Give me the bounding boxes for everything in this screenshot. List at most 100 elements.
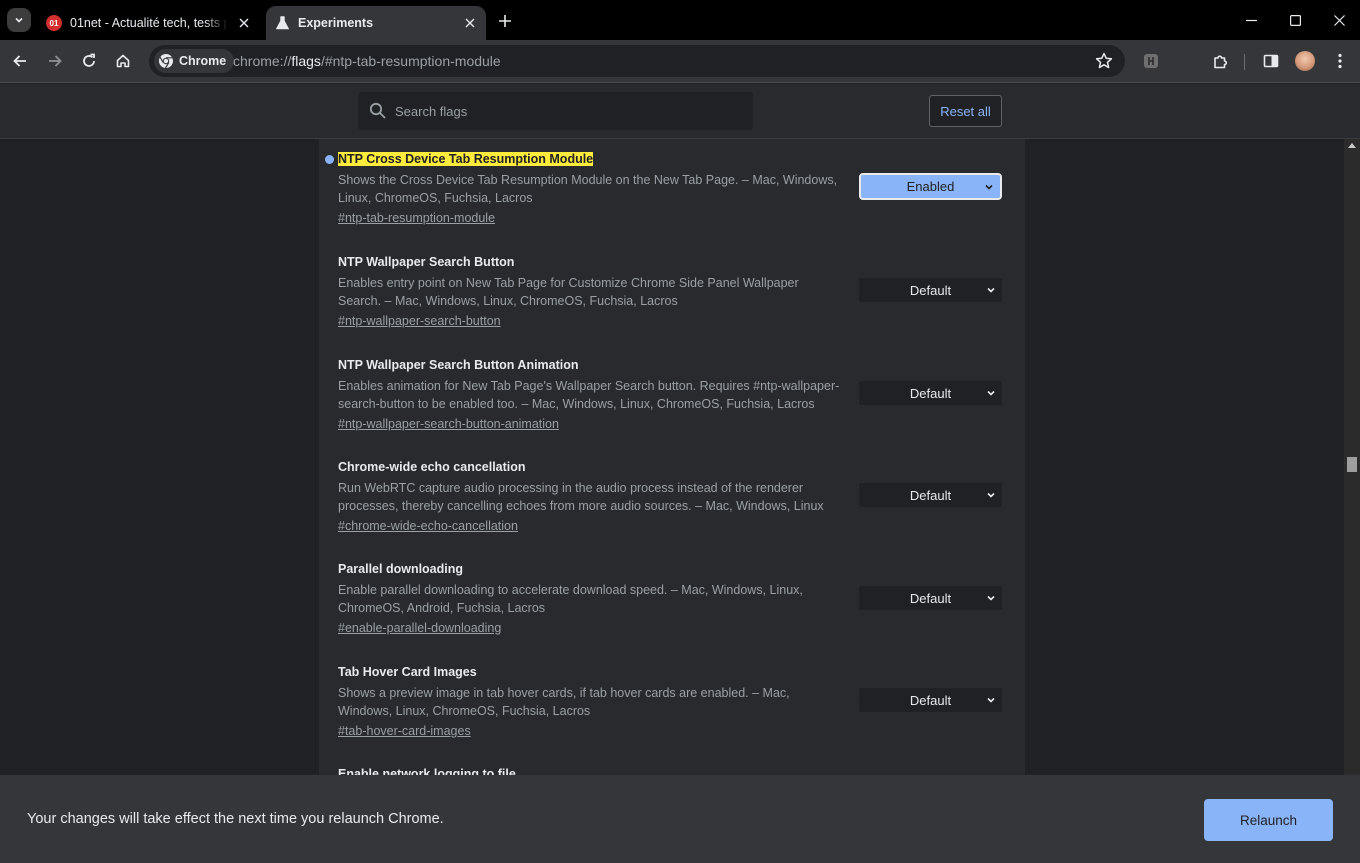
flag-item: Enable network logging to file xyxy=(338,766,1006,775)
flag-state-value: Default xyxy=(909,385,952,401)
flag-state-value: Default xyxy=(909,282,952,298)
flag-state-select[interactable]: Default xyxy=(859,381,1002,405)
chevron-down-icon xyxy=(987,287,995,293)
flag-state-select[interactable]: Default xyxy=(859,483,1002,507)
arrow-left-icon xyxy=(13,55,26,67)
close-tab-icon[interactable] xyxy=(234,13,254,33)
search-icon xyxy=(369,102,386,119)
flag-state-value: Default xyxy=(909,590,952,606)
tab-strip: 01 01net - Actualité tech, tests produit… xyxy=(0,0,1360,40)
flag-item: NTP Wallpaper Search Button Enables entr… xyxy=(338,254,1006,330)
flag-state-value: Default xyxy=(909,692,952,708)
flag-permalink[interactable]: #tab-hover-card-images xyxy=(338,722,471,740)
url-path: /#ntp-tab-resumption-module xyxy=(320,53,501,69)
flag-description: Shows a preview image in tab hover cards… xyxy=(338,686,790,718)
browser-toolbar: Chrome chrome://flags/#ntp-tab-resumptio… xyxy=(0,40,1360,83)
flags-list: NTP Cross Device Tab Resumption Module S… xyxy=(319,139,1025,775)
flag-item: Parallel downloading Enable parallel dow… xyxy=(338,561,1006,637)
flag-title: Tab Hover Card Images xyxy=(338,665,477,679)
tab-search-button[interactable] xyxy=(7,8,31,32)
bookmark-star-icon[interactable] xyxy=(1095,52,1113,70)
flag-description: Enables entry point on New Tab Page for … xyxy=(338,276,799,308)
flag-title: Chrome-wide echo cancellation xyxy=(338,460,526,474)
search-box[interactable] xyxy=(358,92,753,130)
flag-description: Run WebRTC capture audio processing in t… xyxy=(338,481,824,513)
home-button[interactable] xyxy=(111,49,135,73)
chevron-down-icon xyxy=(985,184,993,190)
reload-button[interactable] xyxy=(77,49,101,73)
back-button[interactable] xyxy=(8,49,32,73)
flag-title: NTP Cross Device Tab Resumption Module xyxy=(338,151,1006,167)
flag-item: NTP Wallpaper Search Button Animation En… xyxy=(338,357,1006,433)
chrome-menu-button[interactable] xyxy=(1328,49,1352,73)
chevron-down-icon xyxy=(987,492,995,498)
flag-state-select[interactable]: Default xyxy=(859,688,1002,712)
tab-experiments[interactable]: Experiments xyxy=(266,6,486,40)
extension-button[interactable] xyxy=(1139,49,1163,73)
relaunch-bar: Your changes will take effect the next t… xyxy=(0,775,1360,863)
relaunch-message: Your changes will take effect the next t… xyxy=(27,811,444,827)
plus-icon xyxy=(499,15,511,27)
extensions-menu-button[interactable] xyxy=(1208,49,1232,73)
flag-description: Enable parallel downloading to accelerat… xyxy=(338,583,803,615)
flag-permalink[interactable]: #enable-parallel-downloading xyxy=(338,619,501,637)
maximize-icon xyxy=(1289,14,1301,26)
flag-description: Enables animation for New Tab Page's Wal… xyxy=(338,379,840,411)
close-tab-icon[interactable] xyxy=(460,13,480,33)
address-bar[interactable]: Chrome chrome://flags/#ntp-tab-resumptio… xyxy=(149,45,1125,77)
chevron-down-icon xyxy=(987,390,995,396)
close-window-button[interactable] xyxy=(1326,8,1352,32)
search-input[interactable] xyxy=(395,103,725,119)
side-panel-button[interactable] xyxy=(1259,49,1283,73)
flag-item: Chrome-wide echo cancellation Run WebRTC… xyxy=(338,459,1006,535)
side-panel-icon xyxy=(1263,54,1279,68)
reset-all-button[interactable]: Reset all xyxy=(929,95,1002,127)
flag-item: NTP Cross Device Tab Resumption Module S… xyxy=(325,151,1006,227)
tab-title: Experiments xyxy=(298,16,374,30)
flag-state-select[interactable]: Default xyxy=(859,586,1002,610)
flask-icon xyxy=(274,15,290,31)
puzzle-icon xyxy=(1213,54,1227,68)
flag-permalink[interactable]: #ntp-tab-resumption-module xyxy=(338,209,495,227)
minimize-button[interactable] xyxy=(1238,8,1264,32)
flag-description: Shows the Cross Device Tab Resumption Mo… xyxy=(338,173,838,205)
url-host: flags xyxy=(291,53,321,69)
relaunch-button[interactable]: Relaunch xyxy=(1204,799,1333,841)
flag-title: Enable network logging to file xyxy=(338,767,516,775)
chevron-down-icon xyxy=(15,17,23,23)
flag-permalink[interactable]: #chrome-wide-echo-cancellation xyxy=(338,517,518,535)
flag-state-select[interactable]: Default xyxy=(859,278,1002,302)
url-text[interactable]: chrome://flags/#ntp-tab-resumption-modul… xyxy=(233,53,501,69)
toolbar-divider xyxy=(1244,54,1245,70)
chrome-logo-icon xyxy=(159,54,173,69)
flag-state-value: Default xyxy=(909,487,952,503)
flag-permalink[interactable]: #ntp-wallpaper-search-button xyxy=(338,312,501,330)
home-icon xyxy=(116,54,130,68)
new-tab-button[interactable] xyxy=(494,10,516,32)
flag-title: NTP Wallpaper Search Button xyxy=(338,255,515,269)
more-vertical-icon xyxy=(1338,53,1342,69)
modified-indicator xyxy=(325,155,334,164)
flag-item: Tab Hover Card Images Shows a preview im… xyxy=(338,664,1006,740)
tab-title: 01net - Actualité tech, tests produits xyxy=(70,16,228,30)
site-chip[interactable]: Chrome xyxy=(154,49,235,73)
close-icon xyxy=(1333,14,1345,26)
site-chip-label: Chrome xyxy=(179,54,227,68)
maximize-button[interactable] xyxy=(1282,8,1308,32)
profile-avatar[interactable] xyxy=(1295,51,1315,71)
scroll-up-arrow-icon[interactable] xyxy=(1348,143,1356,148)
tab-01net[interactable]: 01 01net - Actualité tech, tests produit… xyxy=(38,6,260,40)
flag-state-select[interactable]: Enabled xyxy=(859,173,1002,200)
chevron-down-icon xyxy=(987,595,995,601)
arrow-right-icon xyxy=(49,55,62,67)
scrollbar-thumb[interactable] xyxy=(1347,457,1357,472)
01net-logo-icon: 01 xyxy=(46,15,62,31)
minimize-icon xyxy=(1245,19,1257,21)
flag-title: NTP Wallpaper Search Button Animation xyxy=(338,358,579,372)
forward-button[interactable] xyxy=(43,49,67,73)
page-scrollbar[interactable] xyxy=(1344,139,1360,775)
extension-app-icon xyxy=(1144,54,1158,68)
reload-icon xyxy=(83,53,95,67)
flag-state-value: Enabled xyxy=(906,179,955,194)
flag-permalink[interactable]: #ntp-wallpaper-search-button-animation xyxy=(338,415,559,433)
